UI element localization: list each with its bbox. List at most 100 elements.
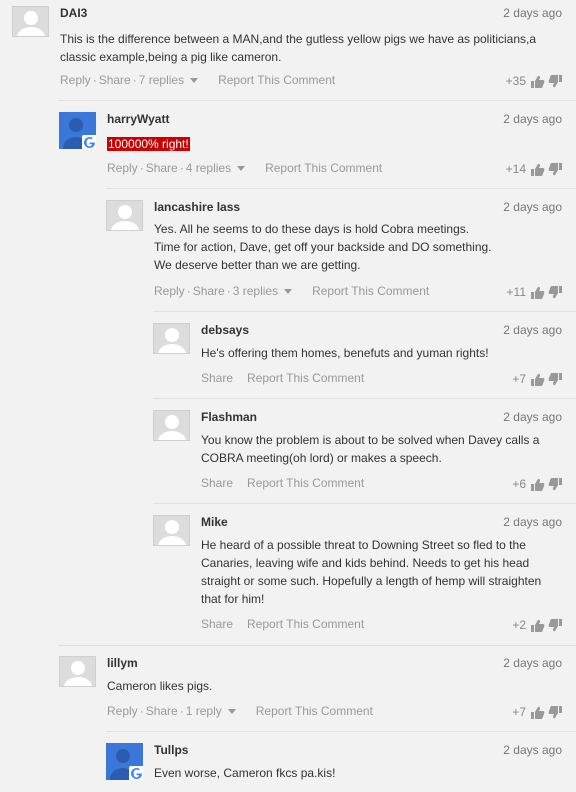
comment-text: 100000% right! (107, 135, 562, 153)
comment-author[interactable]: lancashire lass (154, 200, 240, 214)
avatar[interactable] (59, 112, 96, 149)
report-button[interactable]: Report This Comment (247, 476, 364, 490)
vote-controls: +11 (507, 285, 562, 299)
vote-count: +7 (512, 372, 526, 386)
vote-count: +7 (512, 705, 526, 719)
thumbs-down-icon[interactable] (548, 477, 562, 491)
avatar[interactable] (12, 6, 49, 37)
avatar[interactable] (153, 515, 190, 546)
default-avatar-icon (158, 520, 186, 545)
google-badge-icon (82, 135, 96, 149)
reply-button[interactable]: Reply (107, 704, 138, 718)
thumbs-up-icon[interactable] (531, 75, 545, 88)
thumbs-down-icon[interactable] (548, 372, 562, 386)
reply-button[interactable]: Reply (154, 284, 185, 298)
comment: Mike 2 days ago He heard of a possible t… (153, 515, 562, 640)
vote-count: +35 (505, 74, 526, 88)
google-badge-icon (129, 766, 143, 780)
divider (153, 398, 576, 399)
comment-text: Cameron likes pigs. (107, 679, 213, 693)
vote-controls: +7 (512, 705, 562, 719)
comment: lancashire lass 2 days ago Yes. All he s… (106, 200, 562, 300)
thumbs-down-icon[interactable] (548, 74, 562, 88)
comment-author[interactable]: DAI3 (60, 6, 87, 20)
comment: Flashman 2 days ago You know the problem… (153, 410, 562, 495)
vote-controls: +14 (506, 162, 562, 176)
comment-author[interactable]: debsays (201, 323, 249, 337)
comment-text: Yes. All he seems to do these days is ho… (154, 222, 492, 272)
share-button[interactable]: Share (193, 284, 225, 298)
thumbs-up-icon[interactable] (531, 373, 545, 386)
avatar[interactable] (59, 656, 96, 687)
vote-controls: +35 (506, 74, 562, 88)
comment-author[interactable]: Flashman (201, 410, 257, 424)
share-button[interactable]: Share (201, 476, 233, 490)
default-avatar-icon (111, 205, 139, 230)
comment-actions: Share Report This Comment (201, 476, 364, 490)
thumbs-down-icon[interactable] (548, 618, 562, 632)
report-button[interactable]: Report This Comment (218, 73, 335, 87)
comment-author[interactable]: Mike (201, 515, 228, 529)
default-avatar-icon (158, 415, 186, 440)
default-avatar-icon (17, 11, 45, 36)
thumbs-up-icon[interactable] (531, 619, 545, 632)
comment-text: This is the difference between a MAN,and… (60, 32, 537, 64)
avatar[interactable] (106, 200, 143, 231)
vote-count: +2 (512, 618, 526, 632)
thumbs-down-icon[interactable] (548, 162, 562, 176)
share-button[interactable]: Share (201, 617, 233, 631)
share-button[interactable]: Share (146, 161, 178, 175)
comment-date: 2 days ago (503, 323, 562, 337)
comment-actions: Reply · Share · 4 replies Report This Comment (107, 161, 383, 175)
comment: harryWyatt 2 days ago 100000% right! Rep… (59, 112, 562, 184)
vote-controls: +6 (512, 477, 562, 491)
replies-toggle[interactable]: 7 replies (139, 73, 184, 87)
replies-toggle[interactable]: 1 reply (186, 704, 222, 718)
thumbs-down-icon[interactable] (548, 285, 562, 299)
divider (106, 188, 576, 189)
comment-text: You know the problem is about to be solv… (201, 433, 540, 465)
comment-date: 2 days ago (503, 515, 562, 529)
report-button[interactable]: Report This Comment (256, 704, 373, 718)
comment-text: Even worse, Cameron fkcs pa.kis! (154, 766, 336, 780)
comment: Tullps 2 days ago Even worse, Cameron fk… (106, 743, 562, 788)
replies-toggle[interactable]: 4 replies (186, 161, 231, 175)
chevron-down-icon[interactable] (190, 78, 199, 83)
vote-controls: +2 (512, 618, 562, 632)
thumbs-up-icon[interactable] (531, 163, 545, 176)
thumbs-up-icon[interactable] (531, 286, 545, 299)
thumbs-down-icon[interactable] (548, 705, 562, 719)
share-button[interactable]: Share (201, 371, 233, 385)
chevron-down-icon[interactable] (284, 289, 293, 294)
report-button[interactable]: Report This Comment (247, 371, 364, 385)
report-button[interactable]: Report This Comment (265, 161, 382, 175)
divider (153, 503, 576, 504)
thumbs-up-icon[interactable] (531, 478, 545, 491)
comment-author[interactable]: lillym (107, 656, 138, 670)
share-button[interactable]: Share (99, 73, 131, 87)
chevron-down-icon[interactable] (227, 709, 236, 714)
report-button[interactable]: Report This Comment (247, 617, 364, 631)
avatar[interactable] (153, 323, 190, 354)
comment-author[interactable]: Tullps (154, 743, 188, 757)
divider (106, 731, 576, 732)
replies-toggle[interactable]: 3 replies (233, 284, 278, 298)
comment-actions: Reply · Share · 1 reply Report This Comment (107, 704, 373, 718)
avatar[interactable] (106, 743, 143, 780)
reply-button[interactable]: Reply (60, 73, 91, 87)
comment-date: 2 days ago (503, 200, 562, 214)
comment: debsays 2 days ago He's offering them ho… (153, 323, 562, 388)
comment: DAI3 2 days ago This is the difference b… (12, 6, 562, 96)
report-button[interactable]: Report This Comment (312, 284, 429, 298)
thumbs-up-icon[interactable] (531, 706, 545, 719)
vote-controls: +7 (512, 372, 562, 386)
avatar[interactable] (153, 410, 190, 441)
share-button[interactable]: Share (146, 704, 178, 718)
comment-date: 2 days ago (503, 656, 562, 670)
comment-text: He's offering them homes, benefuts and y… (201, 346, 489, 360)
comment-author[interactable]: harryWyatt (107, 112, 169, 126)
comment-text: He heard of a possible threat to Downing… (201, 538, 542, 606)
reply-button[interactable]: Reply (107, 161, 138, 175)
chevron-down-icon[interactable] (237, 166, 246, 171)
comment: lillym 2 days ago Cameron likes pigs. Re… (59, 656, 562, 726)
